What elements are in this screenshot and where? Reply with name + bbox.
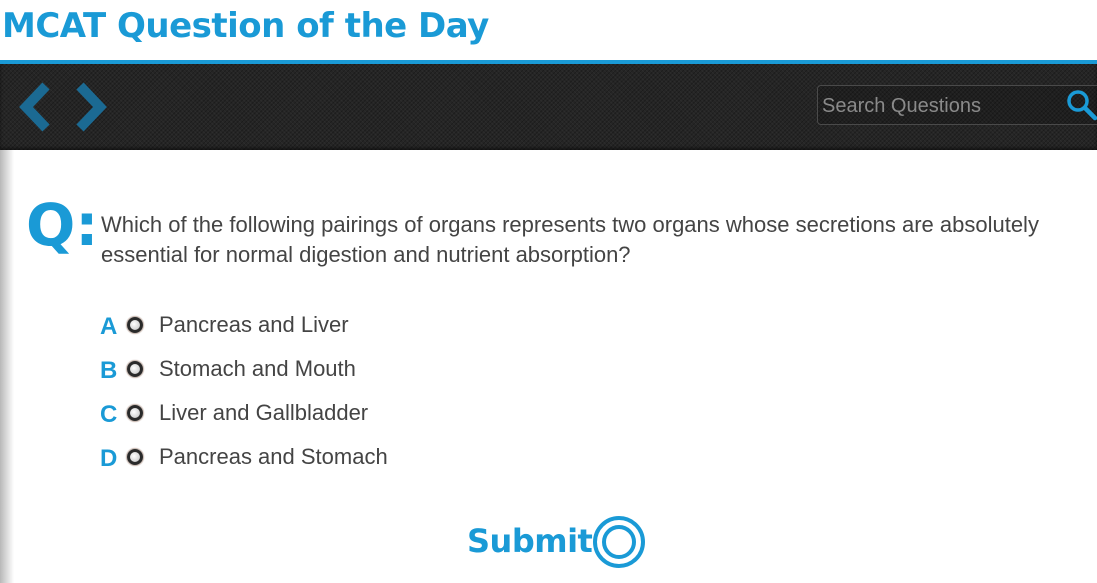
radio-button[interactable]	[127, 405, 143, 421]
radio-button[interactable]	[127, 449, 143, 465]
answer-list: A Pancreas and Liver B Stomach and Mouth…	[100, 310, 600, 486]
content-edge-shadow	[0, 150, 14, 583]
answer-option-b[interactable]: B Stomach and Mouth	[100, 354, 600, 398]
answer-label: Pancreas and Liver	[159, 312, 349, 337]
search-icon	[1067, 90, 1097, 121]
submit-label: Submit	[467, 522, 593, 560]
radio-button[interactable]	[127, 317, 143, 333]
page-title: MCAT Question of the Day	[2, 6, 489, 46]
toolbar	[0, 64, 1097, 150]
answer-label: Stomach and Mouth	[159, 356, 356, 381]
radio-button[interactable]	[127, 361, 143, 377]
previous-question-button[interactable]	[18, 82, 54, 132]
chevron-right-icon	[76, 82, 107, 132]
answer-option-d[interactable]: D Pancreas and Stomach	[100, 442, 600, 486]
title-bar: MCAT Question of the Day	[0, 0, 1097, 60]
answer-option-c[interactable]: C Liver and Gallbladder	[100, 398, 600, 442]
answer-option-a[interactable]: A Pancreas and Liver	[100, 310, 600, 354]
target-ring-icon	[593, 516, 645, 568]
search-box	[817, 85, 1097, 125]
next-question-button[interactable]	[72, 82, 108, 132]
answer-label: Pancreas and Stomach	[159, 444, 388, 469]
search-button[interactable]	[1065, 88, 1097, 122]
chevron-left-icon	[19, 82, 50, 132]
answer-letter: C	[100, 401, 118, 428]
question-marker: Q:	[26, 191, 99, 259]
answer-letter: B	[100, 357, 118, 384]
question-text: Which of the following pairings of organ…	[101, 212, 1039, 267]
answer-letter: D	[100, 445, 118, 472]
search-input[interactable]	[822, 92, 1062, 120]
answer-label: Liver and Gallbladder	[159, 400, 369, 425]
submit-button[interactable]: Submit	[467, 514, 657, 570]
answer-letter: A	[100, 313, 118, 340]
